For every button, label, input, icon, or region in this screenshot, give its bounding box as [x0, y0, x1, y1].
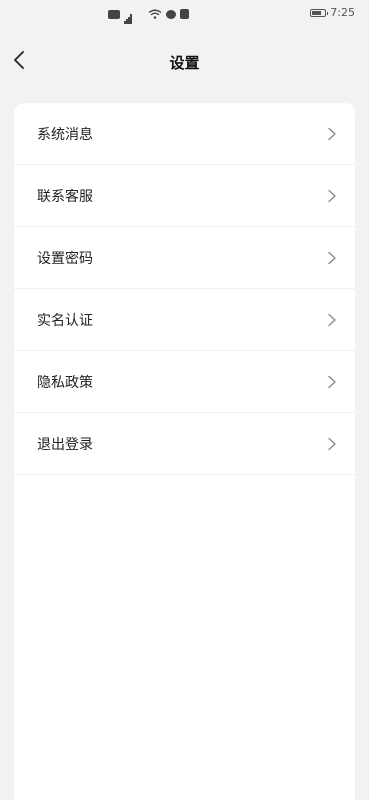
upload-icon: [180, 9, 189, 19]
chevron-right-icon: [328, 437, 336, 450]
settings-item-label: 实名认证: [37, 312, 93, 329]
settings-item-set-password[interactable]: 设置密码: [14, 227, 355, 289]
chevron-right-icon: [328, 313, 336, 326]
chevron-right-icon: [328, 375, 336, 388]
settings-item-contact-support[interactable]: 联系客服: [14, 165, 355, 227]
nav-bar: 设置: [0, 38, 369, 86]
settings-item-identity-verification[interactable]: 实名认证: [14, 289, 355, 351]
page-title: 设置: [169, 54, 200, 72]
chevron-right-icon: [328, 127, 336, 140]
settings-item-label: 退出登录: [37, 436, 93, 453]
status-icons: [108, 7, 189, 24]
signal-icon: [124, 9, 144, 24]
wifi-icon: [148, 9, 162, 19]
battery-icon: [310, 8, 329, 17]
settings-item-logout[interactable]: 退出登录: [14, 413, 355, 475]
settings-item-label: 联系客服: [37, 188, 93, 205]
settings-item-label: 设置密码: [37, 250, 93, 267]
status-time: 7:25: [330, 6, 355, 19]
message-icon: [166, 9, 176, 19]
status-right: 7:25: [310, 6, 355, 19]
settings-item-label: 系统消息: [37, 126, 93, 143]
chevron-right-icon: [328, 251, 336, 264]
settings-item-system-messages[interactable]: 系统消息: [14, 103, 355, 165]
settings-card: 系统消息 联系客服 设置密码 实名认证 隐私政策 退出登录: [14, 103, 355, 800]
settings-item-label: 隐私政策: [37, 374, 93, 391]
status-bar: 7:25: [0, 0, 369, 28]
hd-icon: [108, 9, 120, 19]
chevron-right-icon: [328, 189, 336, 202]
settings-item-privacy-policy[interactable]: 隐私政策: [14, 351, 355, 413]
